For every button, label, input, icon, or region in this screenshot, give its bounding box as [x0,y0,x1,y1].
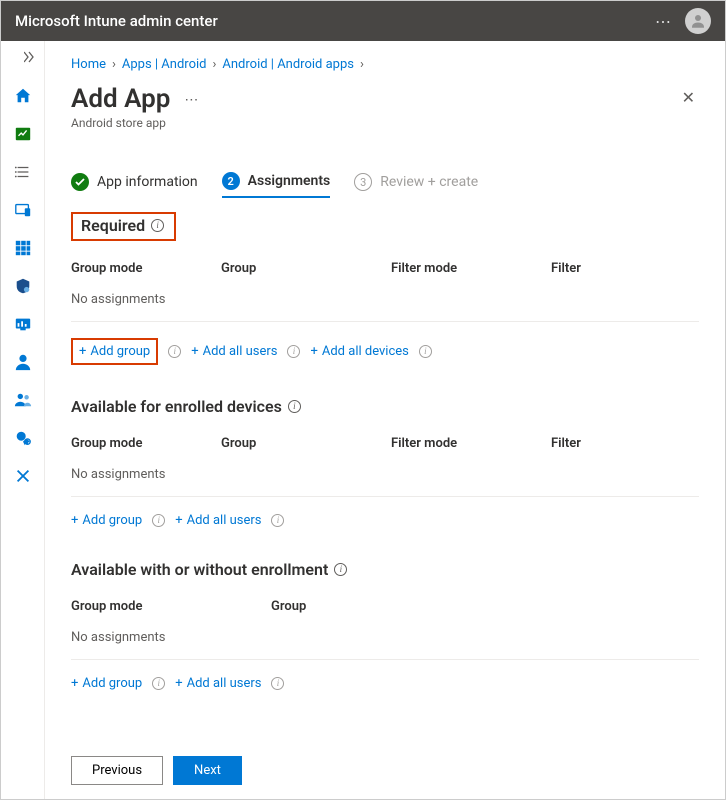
nav-security-icon[interactable] [7,271,39,301]
nav-dashboard-icon[interactable] [7,119,39,149]
info-icon[interactable]: i [152,514,165,527]
close-icon[interactable]: ✕ [678,84,699,111]
plus-icon: + [175,676,182,691]
page-title: Add App [71,84,170,114]
product-title: Microsoft Intune admin center [15,12,218,30]
table-empty-row: No assignments [71,620,699,660]
plus-icon: + [79,344,86,359]
breadcrumb-item[interactable]: Home [71,57,106,72]
table-empty-row: No assignments [71,282,699,322]
tab-app-information[interactable]: App information [71,173,198,197]
info-icon[interactable]: i [271,514,284,527]
chevron-right-icon: › [112,57,116,72]
col-header: Filter mode [391,261,551,276]
title-more-icon[interactable]: ⋯ [184,93,198,107]
nav-tenant-icon[interactable] [7,423,39,453]
col-header: Filter [551,261,699,276]
top-bar: Microsoft Intune admin center ⋯ [1,1,725,41]
nav-apps-icon[interactable] [7,233,39,263]
info-icon[interactable]: i [288,400,301,413]
add-all-users-button[interactable]: + Add all users [175,676,261,691]
tab-label: Assignments [248,173,331,189]
col-header: Filter mode [391,436,551,451]
nav-devices-icon[interactable] [7,195,39,225]
section-title-text: Available with or without enrollment [71,560,328,579]
highlight-box: + Add group [71,338,158,365]
col-header: Group mode [71,261,221,276]
add-group-button[interactable]: + Add group [71,676,142,691]
nav-home-icon[interactable] [7,81,39,111]
tab-review-create: 3 Review + create [354,173,478,197]
add-all-devices-button[interactable]: + Add all devices [310,344,408,359]
table-header: Group mode Group Filter mode Filter [71,430,699,457]
tab-label: App information [97,174,198,190]
nav-list-icon[interactable] [7,157,39,187]
section-title-text: Required [81,216,145,235]
plus-icon: + [71,513,78,528]
plus-icon: + [175,513,182,528]
step-number-icon: 3 [354,173,372,191]
step-number-icon: 2 [222,172,240,190]
chevron-right-icon: › [212,57,216,72]
table-header: Group mode Group [71,593,699,620]
add-group-button[interactable]: + Add group [79,344,150,359]
chevron-right-icon: › [360,57,364,72]
step-tabs: App information 2 Assignments 3 Review +… [71,172,699,200]
col-header: Group [271,599,699,614]
breadcrumb: Home › Apps | Android › Android | Androi… [71,57,699,72]
add-all-users-button[interactable]: + Add all users [191,344,277,359]
info-icon[interactable]: i [287,345,300,358]
plus-icon: + [310,344,317,359]
side-nav [1,41,45,799]
col-header: Group mode [71,599,271,614]
info-icon[interactable]: i [151,219,164,232]
add-group-button[interactable]: + Add group [71,513,142,528]
info-icon[interactable]: i [152,677,165,690]
nav-troubleshoot-icon[interactable] [7,461,39,491]
avatar[interactable] [685,8,711,34]
nav-groups-icon[interactable] [7,385,39,415]
table-header: Group mode Group Filter mode Filter [71,255,699,282]
check-icon [71,173,89,191]
info-icon[interactable]: i [419,345,432,358]
section-title-text: Available for enrolled devices [71,397,282,416]
add-all-users-button[interactable]: + Add all users [175,513,261,528]
main-content: Home › Apps | Android › Android | Androi… [45,41,725,799]
table-empty-row: No assignments [71,457,699,497]
previous-button[interactable]: Previous [71,756,163,785]
section-without-enrollment: Available with or without enrollment i G… [71,560,699,691]
next-button[interactable]: Next [173,756,242,785]
nav-reports-icon[interactable] [7,309,39,339]
nav-user-icon[interactable] [7,347,39,377]
plus-icon: + [71,676,78,691]
info-icon[interactable]: i [168,345,181,358]
col-header: Group [221,436,391,451]
breadcrumb-item[interactable]: Android | Android apps [222,57,354,72]
col-header: Filter [551,436,699,451]
info-icon[interactable]: i [271,677,284,690]
info-icon[interactable]: i [334,563,347,576]
more-icon[interactable]: ⋯ [655,12,671,31]
tab-label: Review + create [380,174,478,190]
section-enrolled: Available for enrolled devices i Group m… [71,397,699,528]
page-subtitle: Android store app [71,116,198,130]
col-header: Group [221,261,391,276]
col-header: Group mode [71,436,221,451]
breadcrumb-item[interactable]: Apps | Android [122,57,207,72]
section-required: Required i Group mode Group Filter mode … [71,212,699,365]
expand-nav-icon[interactable] [1,45,44,69]
plus-icon: + [191,344,198,359]
tab-assignments[interactable]: 2 Assignments [222,172,331,198]
footer-actions: Previous Next [71,756,242,785]
highlight-box: Required i [71,212,176,241]
